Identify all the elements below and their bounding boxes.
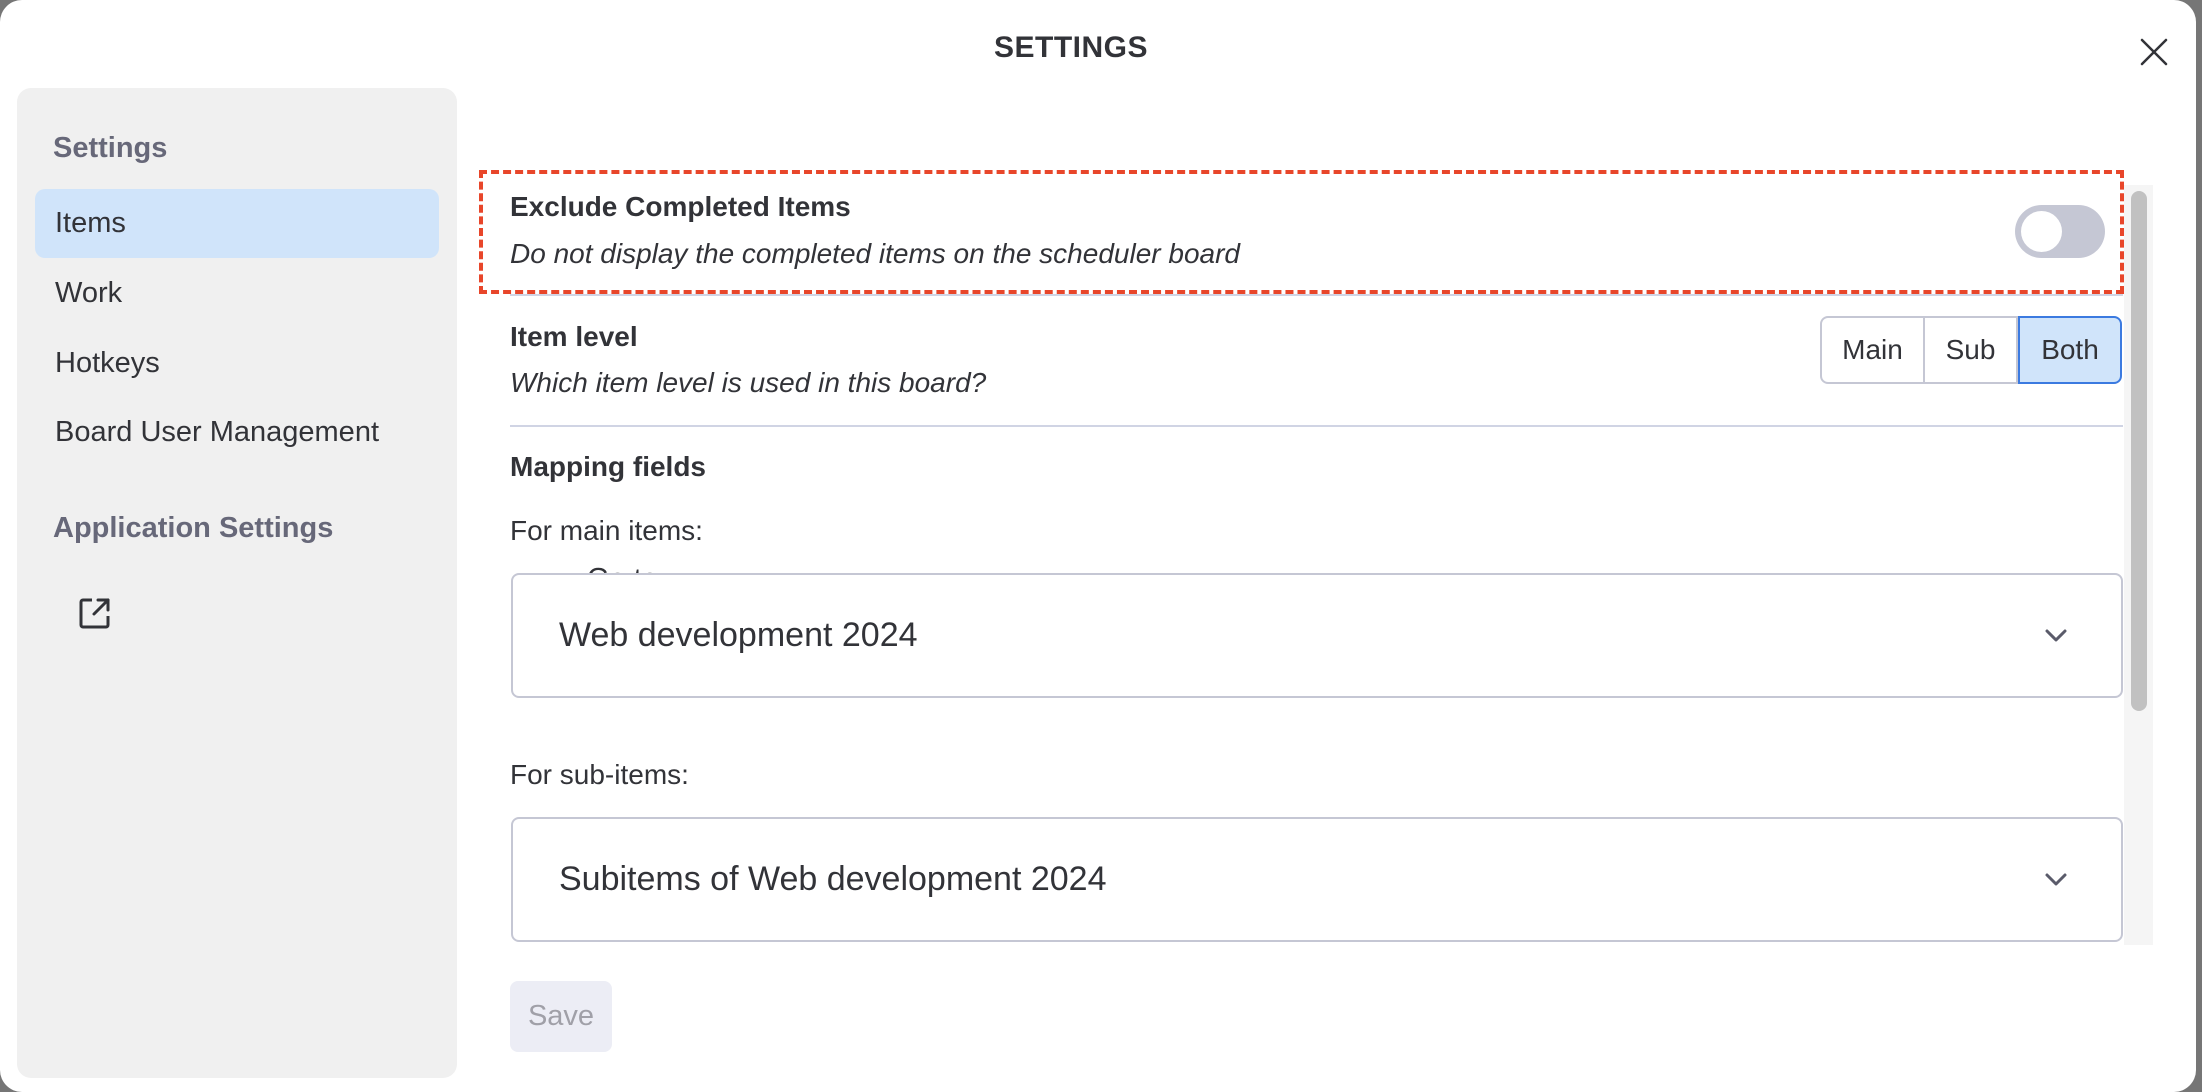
main-items-label: For main items:	[510, 515, 703, 546]
settings-modal: SETTINGS Settings Items Work Hotkeys Boa…	[0, 0, 2196, 1092]
scrollbar-thumb[interactable]	[2131, 191, 2147, 711]
item-level-option-sub[interactable]: Sub	[1925, 316, 2018, 384]
sub-items-dropdown[interactable]: Subitems of Web development 2024	[511, 817, 2123, 942]
item-level-segmented-control: Main Sub Both	[1820, 316, 2122, 384]
toggle-knob	[2021, 211, 2062, 252]
sub-items-dropdown-value: Subitems of Web development 2024	[559, 860, 1107, 898]
item-level-description: Which item level is used in this board?	[510, 367, 987, 398]
exclude-completed-toggle[interactable]	[2015, 205, 2105, 258]
item-level-title: Item level	[510, 321, 638, 352]
item-level-option-both[interactable]: Both	[2018, 316, 2122, 384]
item-level-option-main[interactable]: Main	[1820, 316, 1925, 384]
mapping-fields-title: Mapping fields	[510, 451, 706, 482]
main-items-dropdown[interactable]: Web development 2024	[511, 573, 2123, 698]
chevron-down-icon	[2045, 873, 2067, 886]
settings-content: Exclude Completed Items Do not display t…	[0, 0, 2196, 1092]
sub-items-label: For sub-items:	[510, 759, 689, 790]
save-button[interactable]: Save	[510, 981, 612, 1052]
highlight-box	[479, 170, 2124, 294]
divider	[510, 294, 2123, 296]
exclude-completed-description: Do not display the completed items on th…	[510, 238, 1240, 269]
exclude-completed-title: Exclude Completed Items	[510, 191, 851, 222]
chevron-down-icon	[2045, 629, 2067, 642]
divider	[510, 425, 2123, 427]
main-items-dropdown-value: Web development 2024	[559, 616, 918, 654]
